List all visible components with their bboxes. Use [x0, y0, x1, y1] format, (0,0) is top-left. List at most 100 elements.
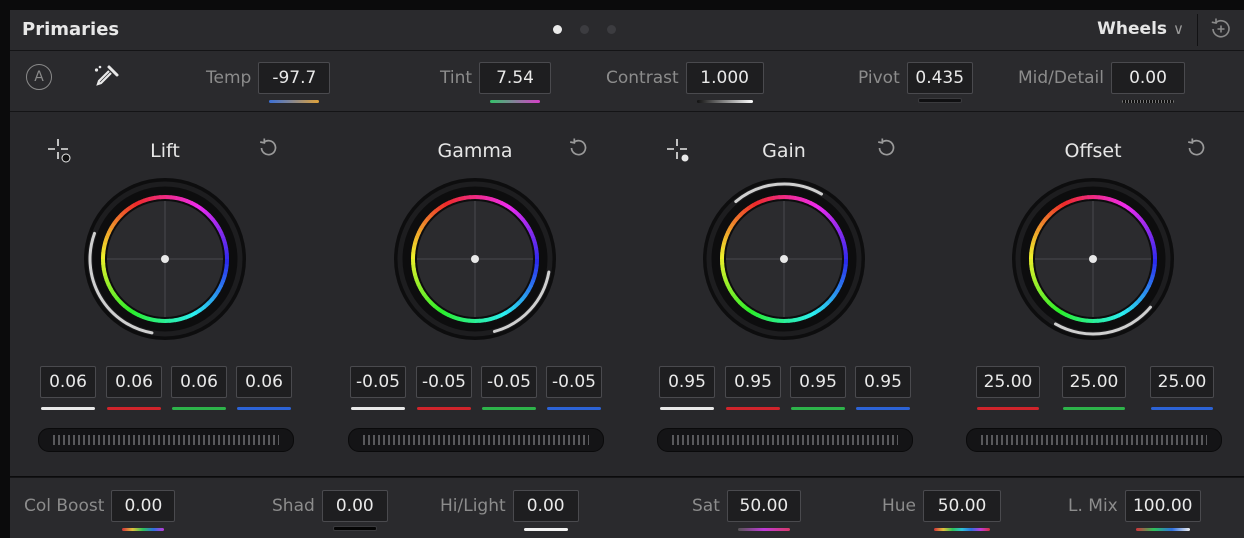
color-wheel[interactable]: [629, 176, 939, 342]
hilight-field[interactable]: 0.00: [512, 490, 579, 531]
wheel-panel-gain: Gain 0.95 0.95 0.95 0.95: [629, 112, 939, 476]
auto-balance-icon[interactable]: A: [26, 64, 52, 90]
channel-indicator-g: [1063, 407, 1125, 410]
page-indicator: [553, 25, 616, 34]
value-field-r[interactable]: 0.95: [725, 366, 781, 398]
value-field-y[interactable]: -0.05: [350, 366, 406, 398]
channel-indicator-b: [237, 407, 291, 410]
value-field-b[interactable]: 25.00: [1150, 366, 1214, 398]
mode-label: Wheels: [1097, 19, 1168, 39]
hilight-value: 0.00: [526, 496, 565, 516]
value-field-r[interactable]: 25.00: [976, 366, 1040, 398]
lmix-gradient-bar: [1135, 528, 1190, 531]
color-wheel[interactable]: [938, 176, 1244, 342]
middetail-label: Mid/Detail: [1018, 68, 1104, 88]
hue-field[interactable]: 50.00: [923, 490, 1002, 531]
shad-field[interactable]: 0.00: [321, 490, 388, 531]
color-wheel[interactable]: [10, 176, 320, 342]
value-field-b[interactable]: 0.95: [855, 366, 911, 398]
wheel-panel-gamma: Gamma -0.05 -0.05 -0.05 -0.05: [320, 112, 630, 476]
reset-icon[interactable]: [566, 136, 590, 160]
channel-indicator-b: [547, 407, 601, 410]
shad-param: Shad 0.00: [272, 490, 388, 531]
mode-dropdown[interactable]: Wheels ∨: [1097, 19, 1184, 39]
wheel-panel-offset: Offset 25.00 25.00 25.00: [938, 112, 1244, 476]
contrast-field[interactable]: 1.000: [685, 62, 764, 103]
header-divider: [1197, 14, 1198, 46]
channel-indicator-r: [726, 407, 780, 410]
contrast-label: Contrast: [606, 68, 679, 88]
value-field-b[interactable]: -0.05: [546, 366, 602, 398]
master-wheel-slider[interactable]: [966, 428, 1222, 452]
channel-indicator-r: [977, 407, 1039, 410]
channel-indicator-b: [856, 407, 910, 410]
value-field-g[interactable]: 0.06: [171, 366, 227, 398]
value-field-g[interactable]: 25.00: [1062, 366, 1126, 398]
colboost-value: 0.00: [124, 496, 163, 516]
wheel-puck: [1089, 255, 1097, 263]
reset-icon[interactable]: [1184, 136, 1208, 160]
page-dot-1[interactable]: [553, 25, 562, 34]
contrast-value: 1.000: [700, 68, 749, 88]
value-field-b[interactable]: 0.06: [236, 366, 292, 398]
crosshair-icon[interactable]: [46, 137, 74, 165]
shad-bar: [332, 526, 377, 531]
chevron-down-icon: ∨: [1173, 20, 1184, 38]
sat-gradient-bar: [737, 528, 790, 531]
sat-field[interactable]: 50.00: [726, 490, 801, 531]
colboost-label: Col Boost: [24, 496, 105, 516]
sat-label: Sat: [692, 496, 720, 516]
temp-param: Temp -97.7: [206, 62, 331, 103]
slider-ridges: [53, 435, 279, 445]
value-field-g[interactable]: 0.95: [790, 366, 846, 398]
lmix-field[interactable]: 100.00: [1124, 490, 1201, 531]
hue-param: Hue 50.00: [882, 490, 1002, 531]
pivot-field[interactable]: 0.435: [906, 62, 973, 103]
value-field-y[interactable]: 0.06: [40, 366, 96, 398]
master-wheel-slider[interactable]: [348, 428, 604, 452]
wheel-puck: [780, 255, 788, 263]
channel-indicator-y: [41, 407, 95, 410]
page-dot-2[interactable]: [580, 25, 589, 34]
channel-indicator-b: [1151, 407, 1213, 410]
hilight-bar: [523, 528, 568, 531]
reset-icon[interactable]: [256, 136, 280, 160]
wheel-puck: [471, 255, 479, 263]
temp-label: Temp: [206, 68, 252, 88]
slider-ridges: [981, 435, 1207, 445]
hue-label: Hue: [882, 496, 917, 516]
lmix-label: L. Mix: [1068, 496, 1118, 516]
channel-indicator-r: [107, 407, 161, 410]
sat-param: Sat 50.00: [692, 490, 801, 531]
temp-value: -97.7: [272, 68, 317, 88]
secondary-params-row: Col Boost 0.00 Shad 0.00 Hi/Light 0.00 S…: [10, 477, 1244, 538]
value-field-y[interactable]: 0.95: [659, 366, 715, 398]
primary-params-row: A Temp -97.7 Tint 7.54 Contrast 1.000 Pi…: [10, 51, 1244, 112]
contrast-param: Contrast 1.000: [606, 62, 764, 103]
channel-indicator-r: [417, 407, 471, 410]
color-wheels-area: Lift 0.06 0.06 0.06 0.06 Gamma -0.05 -0.05 -0.05…: [10, 112, 1244, 476]
eyedropper-icon[interactable]: [92, 64, 120, 90]
color-wheel[interactable]: [320, 176, 630, 342]
middetail-field[interactable]: 0.00: [1111, 62, 1185, 103]
channel-indicator-g: [791, 407, 845, 410]
lmix-value: 100.00: [1132, 496, 1193, 516]
colboost-field[interactable]: 0.00: [111, 490, 176, 531]
page-dot-3[interactable]: [607, 25, 616, 34]
sat-value: 50.00: [739, 496, 789, 516]
tint-value: 7.54: [496, 68, 534, 88]
value-field-r[interactable]: 0.06: [106, 366, 162, 398]
tint-label: Tint: [440, 68, 473, 88]
hilight-param: Hi/Light 0.00: [440, 490, 579, 531]
crosshair-icon[interactable]: [665, 137, 693, 165]
reset-icon[interactable]: [874, 136, 898, 160]
master-wheel-slider[interactable]: [657, 428, 913, 452]
hilight-label: Hi/Light: [440, 496, 506, 516]
tint-field[interactable]: 7.54: [479, 62, 552, 103]
temp-field[interactable]: -97.7: [258, 62, 331, 103]
hue-gradient-bar: [934, 528, 991, 531]
master-wheel-slider[interactable]: [38, 428, 294, 452]
value-field-r[interactable]: -0.05: [416, 366, 472, 398]
reset-all-icon[interactable]: [1208, 16, 1234, 42]
value-field-g[interactable]: -0.05: [481, 366, 537, 398]
